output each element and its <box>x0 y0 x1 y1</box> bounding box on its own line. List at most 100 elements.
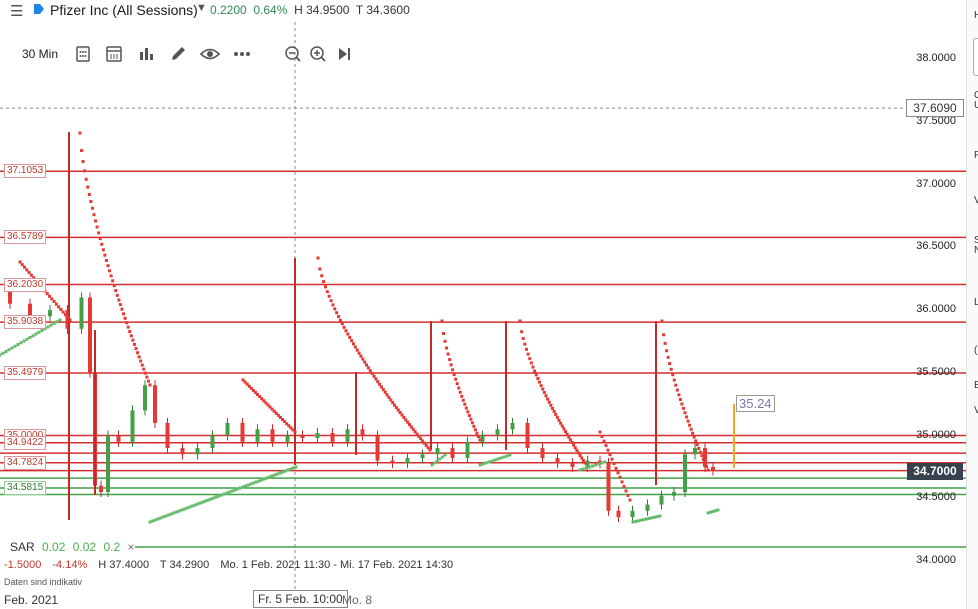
sar-dot <box>525 347 528 351</box>
sar-dot <box>608 453 612 457</box>
sar-dot <box>493 458 497 462</box>
sar-dot <box>577 451 580 455</box>
sar-dot <box>233 488 237 492</box>
zoom-out-icon[interactable] <box>282 44 304 64</box>
sar-dot <box>698 450 702 454</box>
sar-dot <box>87 192 91 196</box>
sar-dot <box>618 475 622 479</box>
sar-dot <box>440 319 444 323</box>
price-axis-tick: 35.5000 <box>916 365 956 378</box>
sar-dot <box>460 394 464 398</box>
sar-dot <box>622 484 626 488</box>
sar-dot <box>564 430 567 434</box>
play-forward-icon[interactable] <box>333 44 355 64</box>
sar-dot <box>148 383 152 387</box>
price-axis-tick: 37.0000 <box>916 177 956 190</box>
sar-dot <box>694 439 698 443</box>
sar-dot <box>443 453 447 457</box>
sar-dot <box>365 363 369 367</box>
sar-dot <box>48 294 52 298</box>
sar-dot <box>0 353 2 357</box>
sar-dot <box>381 388 385 392</box>
sar-dot <box>146 379 150 383</box>
sar-dot <box>281 470 285 474</box>
sar-dot <box>616 471 620 475</box>
sar-dot <box>63 313 67 317</box>
sar-dot <box>262 477 266 481</box>
sar-dot <box>583 461 587 465</box>
more-icon[interactable] <box>231 44 253 64</box>
sar-dot <box>461 398 465 402</box>
candle-body <box>360 429 365 436</box>
sar-dot <box>463 402 467 406</box>
sar-dot <box>139 359 143 363</box>
bar-chart-icon[interactable] <box>135 44 157 64</box>
sar-dot <box>238 486 242 490</box>
sar-dot <box>222 492 226 496</box>
sar-dot <box>567 435 571 439</box>
sar-dot <box>671 373 675 377</box>
zoom-in-icon[interactable] <box>307 44 329 64</box>
side-scroll-handle[interactable] <box>973 38 978 76</box>
pencil-icon[interactable] <box>167 44 189 64</box>
candle-body <box>255 429 260 442</box>
level-label: 35.4979 <box>4 366 47 380</box>
timeframe-select[interactable]: 30 Min <box>22 47 58 61</box>
sar-dot <box>565 432 569 436</box>
sar-dot <box>600 435 604 439</box>
sar-dot <box>361 357 365 361</box>
sar-dot <box>551 406 554 410</box>
sar-indicator-legend[interactable]: SAR 0.02 0.02 0.2 × <box>10 540 134 554</box>
candle-body <box>48 310 52 317</box>
sar-dot <box>45 292 49 296</box>
sar-dot <box>94 219 98 223</box>
sar-dot <box>520 330 524 334</box>
sar-dot <box>668 362 672 366</box>
sar-dot <box>257 479 261 483</box>
eye-icon[interactable] <box>199 44 221 64</box>
sar-dot <box>137 355 141 359</box>
calculator-icon[interactable] <box>72 44 94 64</box>
sar-dot <box>478 438 482 442</box>
sar-dot <box>581 467 585 471</box>
sar-dot <box>140 363 144 367</box>
sar-dot <box>273 473 277 477</box>
sar-dot <box>54 302 58 306</box>
candle-body <box>153 385 157 423</box>
sar-dot <box>346 332 350 336</box>
sar-dot <box>681 406 685 410</box>
close-icon[interactable]: × <box>127 540 134 554</box>
sar-dot <box>455 382 459 386</box>
sar-dot <box>267 475 271 479</box>
sar-dot <box>584 466 588 470</box>
range-dates: Mo. 1 Feb. 2021 11:30 - Mi. 17 Feb. 2021… <box>220 559 454 571</box>
sar-dot <box>438 457 442 461</box>
annotation-label[interactable]: 35.24 <box>736 395 775 412</box>
sar-dot <box>544 394 548 398</box>
sar-dot <box>338 318 342 322</box>
candle-body <box>711 466 715 471</box>
sar-dot <box>351 342 355 346</box>
sar-dot <box>521 336 525 340</box>
candle-body <box>555 458 560 464</box>
sar-dot <box>677 393 681 397</box>
calendar-icon[interactable] <box>103 44 125 64</box>
sar-dot <box>66 315 70 319</box>
sar-dot <box>350 339 354 343</box>
side-panel-label: U <box>974 100 978 111</box>
side-panel[interactable]: HCUFVSNL(EV <box>966 0 978 609</box>
sar-dot <box>433 461 437 465</box>
sar-dot <box>472 424 476 428</box>
sar-dot <box>31 334 35 338</box>
sar-dot <box>449 363 453 367</box>
price-chart[interactable] <box>0 0 966 609</box>
side-panel-label: V <box>974 405 978 416</box>
sar-dot <box>125 321 129 325</box>
sar-dot <box>642 518 646 522</box>
sar-dot <box>206 498 210 502</box>
sar-dot <box>123 316 127 320</box>
sar-dot <box>594 463 598 467</box>
sar-dot <box>445 346 449 350</box>
sar-dot <box>259 478 263 482</box>
sar-dot <box>666 355 670 359</box>
